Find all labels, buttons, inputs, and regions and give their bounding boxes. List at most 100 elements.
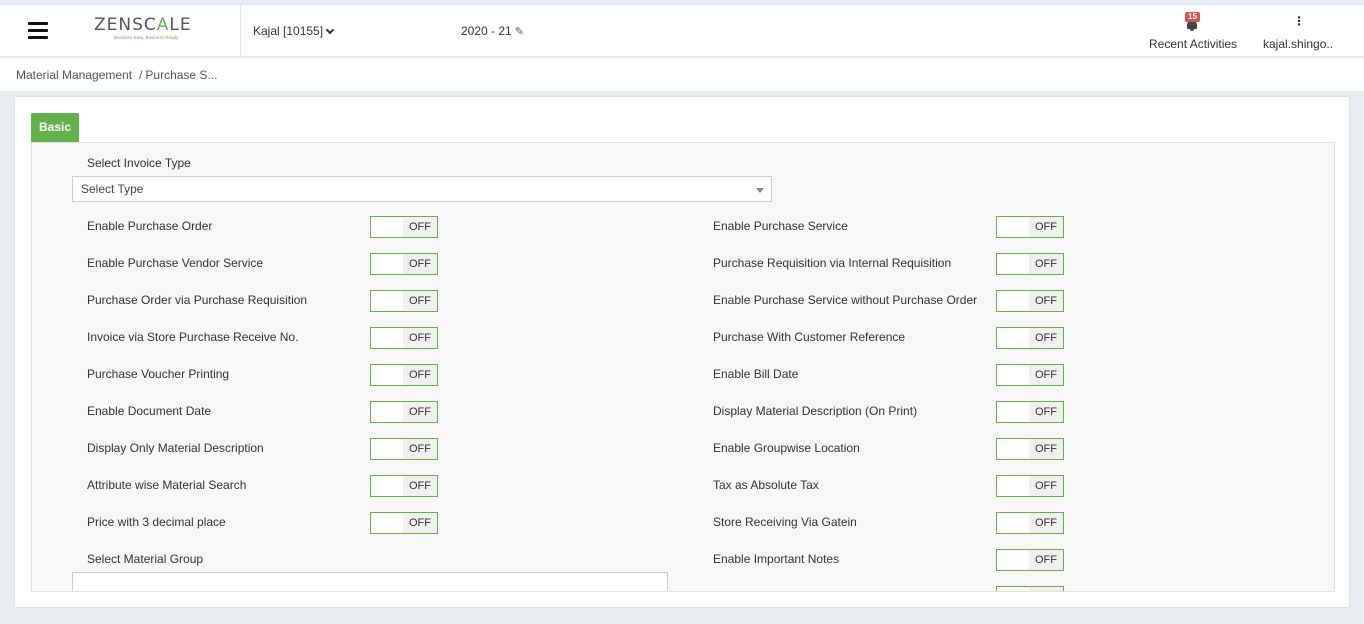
toggle-state-label: OFF [403,291,437,311]
financial-year-label: 2020 - 21 [461,24,512,38]
company-selector[interactable]: Kajal [10155] [253,24,335,38]
toggle-knob [997,254,1029,274]
right-setting-label-print-condition: Print Condition [713,589,792,591]
toggle-state-label: OFF [1029,365,1063,385]
chevron-down-icon [325,25,335,35]
toggle-state-label: OFF [1029,513,1063,533]
toggle-state-label: OFF [1029,587,1063,591]
left-setting-label-price-with-3-decimal-place: Price with 3 decimal place [87,515,226,529]
toggle-knob [997,217,1029,237]
toggle-knob [371,513,403,533]
toggle-knob [997,439,1029,459]
toggle-state-label: OFF [1029,291,1063,311]
basic-settings-panel: Select Invoice Type Select Type Select M… [31,142,1335,592]
toggle-price-with-3-decimal-place[interactable]: OFF [370,512,438,534]
breadcrumb-separator: / [139,68,143,82]
toggle-invoice-via-store-purchase-receive-no[interactable]: OFF [370,327,438,349]
edit-icon: ✎ [514,26,524,38]
toggle-enable-purchase-service[interactable]: OFF [996,216,1064,238]
kebab-menu-icon: ⋮ [1293,14,1305,28]
right-setting-label-enable-bill-date: Enable Bill Date [713,367,799,381]
toggle-print-condition[interactable]: OFF [996,586,1064,591]
toggle-enable-document-date[interactable]: OFF [370,401,438,423]
right-setting-label-purchase-requisition-via-internal-requisition: Purchase Requisition via Internal Requis… [713,256,952,270]
right-setting-label-store-receiving-via-gatein: Store Receiving Via Gatein [713,515,857,529]
tab-basic[interactable]: Basic [31,113,80,142]
breadcrumb-material-management[interactable]: Material Management [16,68,132,82]
caret-down-icon [756,188,764,193]
left-setting-label-enable-purchase-vendor-service: Enable Purchase Vendor Service [87,256,264,270]
toggle-knob [371,439,403,459]
toggle-store-receiving-via-gatein[interactable]: OFF [996,512,1064,534]
toggle-purchase-requisition-via-internal-requisition[interactable]: OFF [996,253,1064,275]
toggle-enable-groupwise-location[interactable]: OFF [996,438,1064,460]
toggle-knob [997,513,1029,533]
left-setting-label-attribute-wise-material-search: Attribute wise Material Search [87,478,247,492]
toggle-knob [997,365,1029,385]
user-name: kajal.shingo.. [1263,37,1334,51]
toggle-knob [997,476,1029,496]
toggle-state-label: OFF [1029,254,1063,274]
toggle-knob [371,365,403,385]
left-setting-label-enable-document-date: Enable Document Date [87,404,212,418]
breadcrumb-bar: Material Management / Purchase S... [0,58,1364,91]
zenscale-logo[interactable]: ZENSCALE Business Easy. Business Ready. [94,15,214,45]
toggle-knob [371,402,403,422]
toggle-enable-purchase-service-without-purchase-order[interactable]: OFF [996,290,1064,312]
right-setting-label-enable-purchase-service: Enable Purchase Service [713,219,848,233]
financial-year-selector[interactable]: 2020 - 21 ✎ [461,24,524,38]
toggle-attribute-wise-material-search[interactable]: OFF [370,475,438,497]
left-setting-label-display-only-material-description: Display Only Material Description [87,441,264,455]
toggle-state-label: OFF [403,217,437,237]
material-group-input[interactable] [72,572,668,591]
toggle-enable-purchase-vendor-service[interactable]: OFF [370,253,438,275]
right-setting-label-purchase-with-customer-reference: Purchase With Customer Reference [713,330,906,344]
toggle-state-label: OFF [403,254,437,274]
right-setting-label-enable-purchase-service-without-purchase-order: Enable Purchase Service without Purchase… [713,293,978,307]
recent-activities-label: Recent Activities [1149,37,1238,51]
recent-activities-button[interactable]: 15 Recent Activities [1149,11,1238,51]
toggle-enable-bill-date[interactable]: OFF [996,364,1064,386]
right-setting-label-tax-as-absolute-tax: Tax as Absolute Tax [713,478,819,492]
toggle-knob [997,402,1029,422]
toggle-state-label: OFF [1029,217,1063,237]
toggle-state-label: OFF [403,402,437,422]
toggle-knob [371,254,403,274]
toggle-state-label: OFF [403,513,437,533]
breadcrumb-current: Purchase S... [145,68,218,82]
toggle-display-only-material-description[interactable]: OFF [370,438,438,460]
hamburger-menu-icon[interactable] [28,22,48,39]
toggle-knob [371,291,403,311]
settings-card: Basic Select Invoice Type Select Type Se… [14,96,1350,608]
right-setting-label-enable-important-notes: Enable Important Notes [713,552,840,566]
notification-badge: 15 [1185,12,1200,22]
toggle-knob [997,550,1029,570]
toggle-knob [997,291,1029,311]
toggle-purchase-order-via-purchase-requisition[interactable]: OFF [370,290,438,312]
company-label: Kajal [10155] [253,24,324,38]
toggle-display-material-description-on-print[interactable]: OFF [996,401,1064,423]
invoice-type-label: Select Invoice Type [87,156,191,170]
invoice-type-value: Select Type [81,182,144,196]
toggle-tax-as-absolute-tax[interactable]: OFF [996,475,1064,497]
invoice-type-select[interactable]: Select Type [72,176,772,202]
toggle-knob [371,476,403,496]
breadcrumb: Material Management / Purchase S... [16,68,217,82]
user-menu[interactable]: ⋮ kajal.shingo.. [1263,15,1333,51]
toggle-knob [371,217,403,237]
toggle-enable-important-notes[interactable]: OFF [996,549,1064,571]
left-setting-label-purchase-voucher-printing: Purchase Voucher Printing [87,367,230,381]
header-divider [240,5,241,57]
toggle-state-label: OFF [403,476,437,496]
left-setting-label-enable-purchase-order: Enable Purchase Order [87,219,213,233]
toggle-state-label: OFF [1029,328,1063,348]
toggle-knob [997,328,1029,348]
right-setting-label-display-material-description-on-print: Display Material Description (On Print) [713,404,918,418]
left-setting-label-purchase-order-via-purchase-requisition: Purchase Order via Purchase Requisition [87,293,308,307]
toggle-purchase-voucher-printing[interactable]: OFF [370,364,438,386]
toggle-state-label: OFF [1029,439,1063,459]
toggle-enable-purchase-order[interactable]: OFF [370,216,438,238]
toggle-state-label: OFF [1029,476,1063,496]
top-navbar: ZENSCALE Business Easy. Business Ready. … [0,4,1364,57]
toggle-purchase-with-customer-reference[interactable]: OFF [996,327,1064,349]
